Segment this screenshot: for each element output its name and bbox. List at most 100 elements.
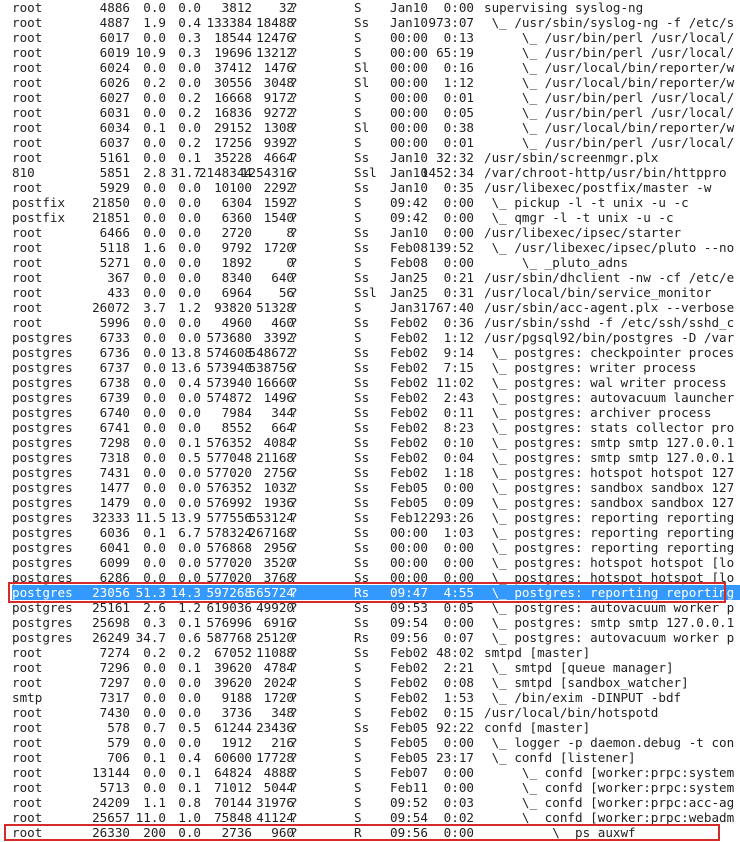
process-row[interactable]: postgres 26249 34.7 0.6 587768 25120? Rs 09:56 0… — [12, 630, 740, 645]
process-vsz: 16668 — [214, 90, 252, 105]
process-row[interactable]: root 367 0.0 0.0 8340 640? Ss Jan25 0:21/usr/sbi… — [12, 270, 740, 285]
process-pid: 6017 — [99, 30, 130, 45]
process-row[interactable]: postgres 6736 0.0 13.8 574608 548672? Ss Feb02 9… — [12, 345, 740, 360]
process-row[interactable]: root 579 0.0 0.0 1912 216? S Feb05 0:00 \_ logge… — [12, 735, 740, 750]
process-mem: 31.7 — [170, 165, 201, 180]
process-row[interactable]: root 5271 0.0 0.0 1892 0? S Feb08 0:00 \_ _pluto… — [12, 255, 740, 270]
process-cpu: 0.0 — [143, 180, 166, 195]
process-row[interactable]: postgres 6036 0.1 6.7 578324 267168? Ss 00:00 1:… — [12, 525, 740, 540]
process-row[interactable]: root 7274 0.2 0.2 67052 11088? Ss Feb02 48:02 smt… — [12, 645, 740, 660]
process-mem: 1.0 — [178, 810, 201, 825]
process-row[interactable]: postgres 6738 0.0 0.4 573940 16660? Ss Feb02 11:… — [12, 375, 740, 390]
process-start: 09:54 — [390, 615, 428, 630]
process-tty: ? — [290, 780, 298, 795]
process-start: Jan10 — [390, 15, 428, 30]
process-tty: ? — [290, 30, 298, 45]
process-stat: Ss — [354, 555, 370, 570]
process-row[interactable]: root 5996 0.0 0.0 4960 460? Ss Feb02 0:36/usr/sb… — [12, 315, 740, 330]
process-cpu: 0.1 — [143, 120, 166, 135]
process-row[interactable]: root 26330 200 0.0 2736 960? R 09:56 0:00 \_ ps … — [12, 825, 740, 840]
process-row[interactable]: postgres 1479 0.0 0.0 576992 1936? Ss Feb05 0:09… — [12, 495, 740, 510]
process-cmd: /usr/sbin/screenmgr.plx — [484, 150, 659, 165]
process-row[interactable]: root 6024 0.0 0.0 37412 1476? Sl 00:00 0:16 \_ /… — [12, 60, 740, 75]
process-row[interactable]: root 26072 3.7 1.2 93820 51328? S Jan31 767:40/u… — [12, 300, 740, 315]
process-row[interactable]: root 24209 1.1 0.8 70144 31976? S 09:52 0:03 \_ … — [12, 795, 740, 810]
process-row[interactable]: root 6031 0.0 0.2 16836 9272? S 00:00 0:05 \_ /u… — [12, 105, 740, 120]
process-tty: ? — [290, 765, 298, 780]
process-row[interactable]: root 6466 0.0 0.0 2720 8? Ss Jan10 0:00/usr/libe… — [12, 225, 740, 240]
process-user: postgres — [12, 405, 73, 420]
process-start: Feb12 — [390, 510, 428, 525]
process-cpu: 0.0 — [143, 0, 166, 15]
process-row[interactable]: postfix 21851 0.0 0.0 6360 1540? S 09:42 0:00 \_… — [12, 210, 740, 225]
process-row[interactable]: smtp 7317 0.0 0.0 9188 1720? S Feb02 1:53 \_ /bi… — [12, 690, 740, 705]
process-row[interactable]: root 5929 0.0 0.0 10100 2292? Ss Jan10 0:35/usr/… — [12, 180, 740, 195]
process-vsz: 576992 — [206, 495, 253, 510]
process-user: root — [12, 60, 43, 75]
process-pid: 6286 — [99, 570, 130, 585]
process-row[interactable]: root 6027 0.0 0.2 16668 9172? S 00:00 0:01 \_ /u… — [12, 90, 740, 105]
process-vsz: 2736 — [221, 825, 252, 840]
process-row[interactable]: root 433 0.0 0.0 6964 56? Ssl Jan25 0:31/usr/loc… — [12, 285, 740, 300]
process-row[interactable]: root 6017 0.0 0.3 18544 12476? S 00:00 0:13 \_ /… — [12, 30, 740, 45]
process-start: 09:47 — [390, 585, 428, 600]
process-tty: ? — [290, 135, 298, 150]
process-vsz: 574872 — [206, 390, 253, 405]
process-row[interactable]: postgres 6041 0.0 0.0 576868 2956? Ss 00:00 0:00… — [12, 540, 740, 555]
process-row[interactable]: root 7296 0.0 0.1 39620 4784? S Feb02 2:21 \_ sm… — [12, 660, 740, 675]
process-row[interactable]: postgres 6741 0.0 0.0 8552 664? Ss Feb02 8:23 \_… — [12, 420, 740, 435]
process-mem: 0.0 — [178, 60, 201, 75]
process-row[interactable]: postgres 6286 0.0 0.0 577020 3768? Ss 00:00 0:00… — [12, 570, 740, 585]
process-pid: 26330 — [92, 825, 130, 840]
process-rss: 267168 — [248, 525, 295, 540]
process-stat: Ss — [354, 375, 370, 390]
process-row[interactable]: root 578 0.7 0.5 61244 23436? Ss Feb05 92:22 conf… — [12, 720, 740, 735]
process-start: Feb08 — [390, 255, 428, 270]
process-row[interactable]: root 6026 0.2 0.0 30556 3048? Sl 00:00 1:12 \_ /… — [12, 75, 740, 90]
process-start: Jan25 — [390, 285, 428, 300]
process-row[interactable]: root 5118 1.6 0.0 9792 1720? Ss Feb08 139:52 \_ … — [12, 240, 740, 255]
process-vsz: 2720 — [221, 225, 252, 240]
process-cmd: /usr/libexec/ipsec/starter — [484, 225, 682, 240]
process-pid: 25657 — [92, 810, 130, 825]
process-row[interactable]: root 25657 11.0 1.0 75848 41124? S 09:54 0:02 \_… — [12, 810, 740, 825]
process-row[interactable]: root 4886 0.0 0.0 3812 32? S Jan10 0:00 supervisi… — [12, 0, 740, 15]
process-row[interactable]: postgres 6737 0.0 13.6 573940 538756? Ss Feb02 7… — [12, 360, 740, 375]
process-row[interactable]: root 706 0.1 0.4 60600 17728? S Feb05 23:17 \_ c… — [12, 750, 740, 765]
process-row[interactable]: postgres 32333 11.5 13.9 577556 553124? Ss Feb1… — [12, 510, 740, 525]
process-row[interactable]: postgres 6740 0.0 0.0 7984 344? Ss Feb02 0:11 \_… — [12, 405, 740, 420]
process-row[interactable]: postfix 21850 0.0 0.0 6304 1592? S 09:42 0:00 \_… — [12, 195, 740, 210]
process-cpu: 0.2 — [143, 75, 166, 90]
process-row[interactable]: root 6037 0.0 0.2 17256 9392? S 00:00 0:01 \_ /u… — [12, 135, 740, 150]
process-row[interactable]: root 6034 0.1 0.0 29152 1308? Sl 00:00 0:38 \_ /… — [12, 120, 740, 135]
process-user: postgres — [12, 375, 73, 390]
process-row[interactable]: root 7430 0.0 0.0 3736 348? S Feb02 0:15/usr/loc… — [12, 705, 740, 720]
process-vsz: 574608 — [206, 345, 253, 360]
process-row[interactable]: postgres 7431 0.0 0.0 577020 2756? Ss Feb02 1:18… — [12, 465, 740, 480]
process-row[interactable]: postgres 6099 0.0 0.0 577020 3520? Ss 00:00 0:00… — [12, 555, 740, 570]
process-user: postgres — [12, 570, 73, 585]
process-row[interactable]: postgres 25161 2.6 1.2 619036 49920? Ss 09:53 0:… — [12, 600, 740, 615]
process-row[interactable]: 810 5851 2.8 31.7 2148344 1254316? Ssl Jan10 145… — [12, 165, 740, 180]
process-stat: Rs — [354, 585, 370, 600]
process-row[interactable]: postgres 1477 0.0 0.0 576352 1032? Ss Feb05 0:00… — [12, 480, 740, 495]
process-start: Feb02 — [390, 465, 428, 480]
process-cmd: /var/chroot-http/usr/bin/httppro — [484, 165, 727, 180]
process-pid: 7431 — [99, 465, 130, 480]
process-row[interactable]: postgres 7318 0.0 0.5 577048 21168? Ss Feb02 0:0… — [12, 450, 740, 465]
process-row[interactable]: root 4887 1.9 0.4 133384 18488? Ss Jan10 973:07 … — [12, 15, 740, 30]
process-row[interactable]: root 5161 0.0 0.1 35228 4664? Ss Jan10 32:32/usr… — [12, 150, 740, 165]
process-user: postgres — [12, 495, 73, 510]
process-row[interactable]: postgres 25698 0.3 0.1 576996 6916? Ss 09:54 0:0… — [12, 615, 740, 630]
process-row[interactable]: root 13144 0.0 0.1 64824 4888? S Feb07 0:00 \_ c… — [12, 765, 740, 780]
process-row[interactable]: postgres 6733 0.0 0.0 573680 3392? S Feb02 1:12/… — [12, 330, 740, 345]
process-row[interactable]: root 6019 10.9 0.3 19696 13212? S 00:00 65:19 \_… — [12, 45, 740, 60]
process-row[interactable]: postgres 7298 0.0 0.1 576352 4084? Ss Feb02 0:10… — [12, 435, 740, 450]
process-row[interactable]: root 5713 0.0 0.1 71012 5044? S Feb11 0:00 \_ co… — [12, 780, 740, 795]
process-row[interactable]: root 7297 0.0 0.0 39620 2024? S Feb02 0:08 \_ sm… — [12, 675, 740, 690]
process-row[interactable]: postgres 6739 0.0 0.0 574872 1496? Ss Feb02 2:43… — [12, 390, 740, 405]
selected-process-row[interactable]: postgres 23056 51.3 14.3 597268 565724? Rs 09:4… — [12, 585, 740, 600]
process-mem: 0.0 — [178, 705, 201, 720]
process-tty: ? — [290, 270, 298, 285]
process-cpu: 200 — [143, 825, 166, 840]
